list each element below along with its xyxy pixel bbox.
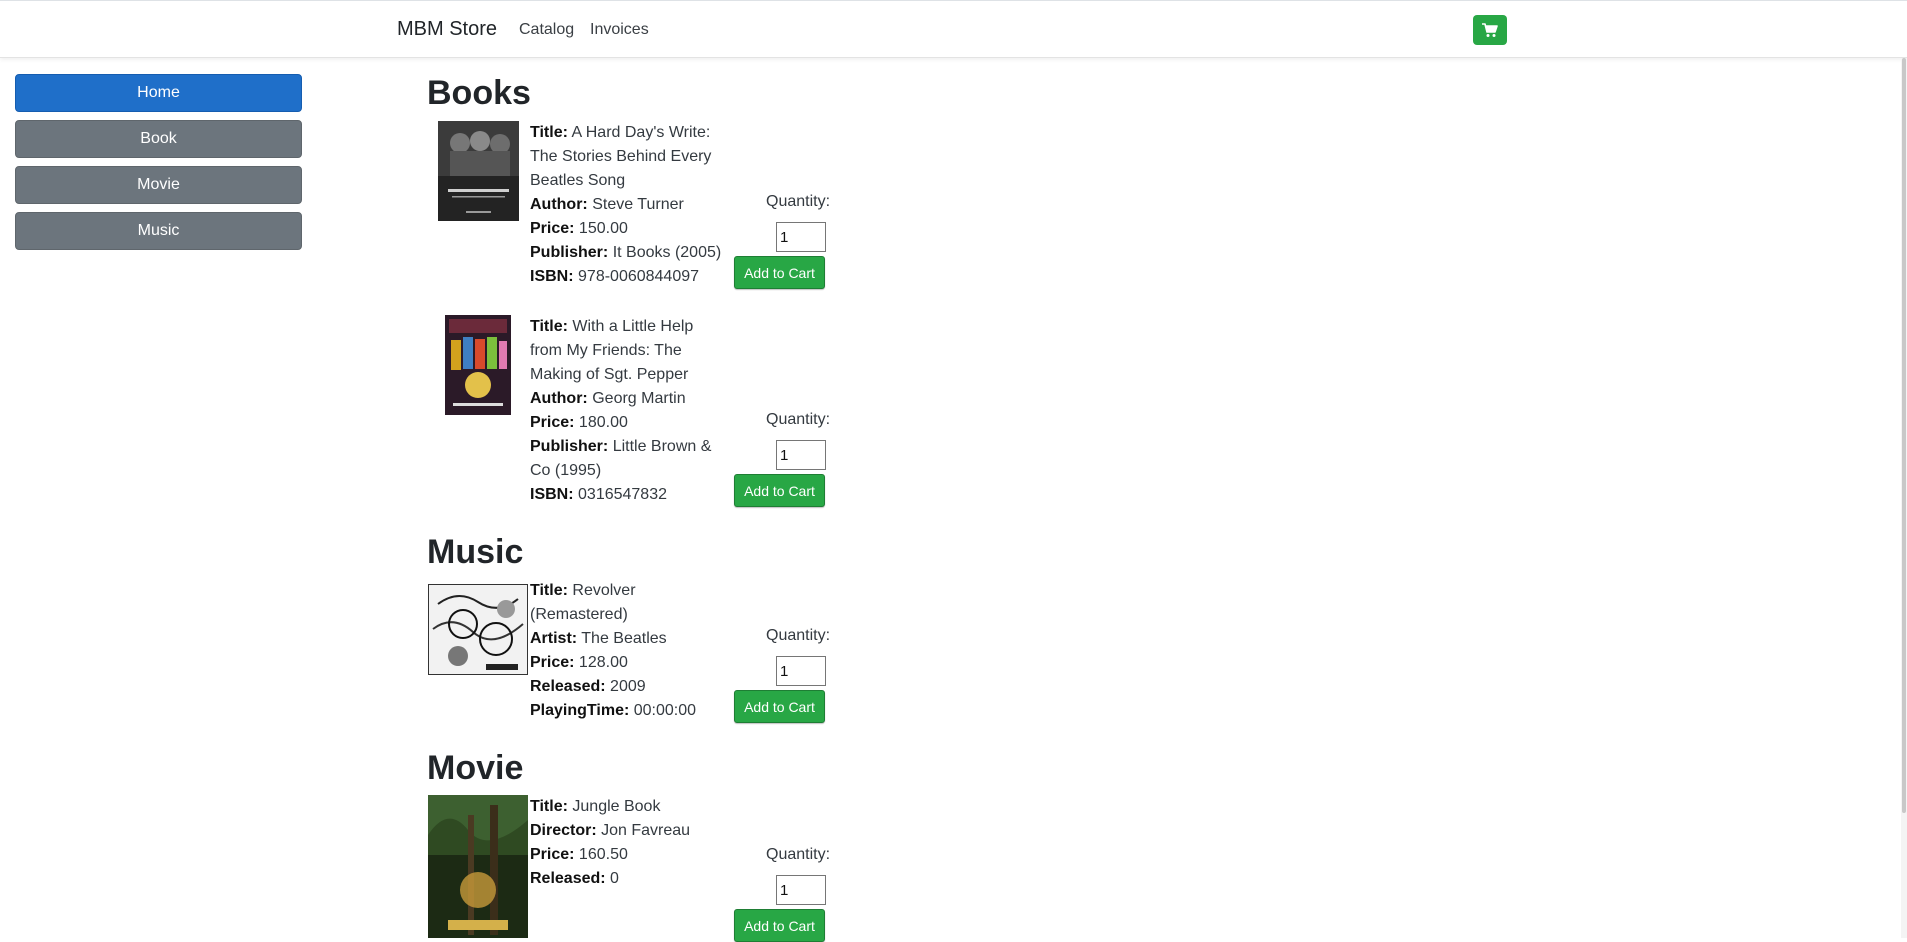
music-info: Title: Revolver (Remastered) Artist: The… xyxy=(530,579,696,723)
sidebar-item-book[interactable]: Book xyxy=(15,120,302,158)
publisher-label: Publisher: xyxy=(530,244,609,261)
sidebar-item-home[interactable]: Home xyxy=(15,74,302,112)
nav-link-invoices[interactable]: Invoices xyxy=(590,21,649,39)
add-to-cart-button[interactable]: Add to Cart xyxy=(734,256,825,289)
add-to-cart-button[interactable]: Add to Cart xyxy=(734,474,825,507)
album-title-line: (Remastered) xyxy=(530,606,628,623)
quantity-label: Quantity: xyxy=(766,846,831,863)
price-label: Price: xyxy=(530,846,575,863)
book-isbn: 978-0060844097 xyxy=(578,268,700,285)
price-label: Price: xyxy=(530,414,575,431)
album-playing-time: 00:00:00 xyxy=(633,702,697,719)
title-label: Title: xyxy=(530,582,568,599)
book-cover-image xyxy=(438,121,519,221)
cart-button[interactable] xyxy=(1473,15,1507,45)
album-price: 128.00 xyxy=(578,654,628,671)
price-label: Price: xyxy=(530,220,575,237)
book-info: Title: With a Little Help from My Friend… xyxy=(530,315,711,507)
album-artist: The Beatles xyxy=(581,630,667,647)
book-title: A Hard Day's Write: xyxy=(571,124,711,141)
book-title-line: The Stories Behind Every xyxy=(530,148,712,165)
movie-info: Title: Jungle Book Director: Jon Favreau… xyxy=(530,795,690,891)
director-label: Director: xyxy=(530,822,597,839)
book-title-line: Making of Sgt. Pepper xyxy=(530,366,689,383)
quantity-label: Quantity: xyxy=(766,193,831,210)
book-publisher-line: Co (1995) xyxy=(530,462,602,479)
section-heading-books: Books xyxy=(427,74,531,112)
isbn-label: ISBN: xyxy=(530,486,574,503)
book-author: Georg Martin xyxy=(592,390,686,407)
playing-time-label: PlayingTime: xyxy=(530,702,630,719)
album-title: Revolver xyxy=(572,582,636,599)
shopping-cart-icon xyxy=(1482,22,1498,37)
quantity-label: Quantity: xyxy=(766,627,831,644)
price-label: Price: xyxy=(530,654,575,671)
isbn-label: ISBN: xyxy=(530,268,574,285)
scrollbar-thumb[interactable] xyxy=(1902,58,1906,813)
author-label: Author: xyxy=(530,390,588,407)
book-price: 180.00 xyxy=(578,414,628,431)
section-heading-movie: Movie xyxy=(427,749,524,787)
quantity-input[interactable] xyxy=(776,875,826,905)
title-label: Title: xyxy=(530,124,568,141)
book-publisher: It Books (2005) xyxy=(612,244,722,261)
released-label: Released: xyxy=(530,870,606,887)
movie-released: 0 xyxy=(610,870,619,887)
book-isbn: 0316547832 xyxy=(578,486,667,503)
artist-label: Artist: xyxy=(530,630,578,647)
movie-poster-image xyxy=(428,795,528,938)
movie-price: 160.50 xyxy=(578,846,628,863)
book-cover-image xyxy=(445,315,511,415)
add-to-cart-button[interactable]: Add to Cart xyxy=(734,690,825,723)
album-cover-image xyxy=(428,584,528,675)
book-title-line: Beatles Song xyxy=(530,172,626,189)
quantity-label: Quantity: xyxy=(766,411,831,428)
page-scrollbar[interactable] xyxy=(1901,58,1907,938)
sidebar-item-music[interactable]: Music xyxy=(15,212,302,250)
book-author: Steve Turner xyxy=(592,196,684,213)
book-publisher: Little Brown & xyxy=(612,438,712,455)
book-title: With a Little Help xyxy=(572,318,694,335)
section-heading-music: Music xyxy=(427,533,524,571)
quantity-input[interactable] xyxy=(776,222,826,252)
quantity-input[interactable] xyxy=(776,656,826,686)
released-label: Released: xyxy=(530,678,606,695)
movie-director: Jon Favreau xyxy=(601,822,691,839)
movie-title: Jungle Book xyxy=(572,798,661,815)
title-label: Title: xyxy=(530,798,568,815)
publisher-label: Publisher: xyxy=(530,438,609,455)
sidebar-item-movie[interactable]: Movie xyxy=(15,166,302,204)
quantity-input[interactable] xyxy=(776,440,826,470)
book-price: 150.00 xyxy=(578,220,628,237)
brand-link[interactable]: MBM Store xyxy=(397,18,497,41)
title-label: Title: xyxy=(530,318,568,335)
top-navbar: MBM Store Catalog Invoices xyxy=(0,0,1907,58)
author-label: Author: xyxy=(530,196,588,213)
book-title-line: from My Friends: The xyxy=(530,342,682,359)
album-released: 2009 xyxy=(610,678,646,695)
nav-link-catalog[interactable]: Catalog xyxy=(519,21,574,39)
add-to-cart-button[interactable]: Add to Cart xyxy=(734,909,825,942)
book-info: Title: A Hard Day's Write: The Stories B… xyxy=(530,121,721,289)
